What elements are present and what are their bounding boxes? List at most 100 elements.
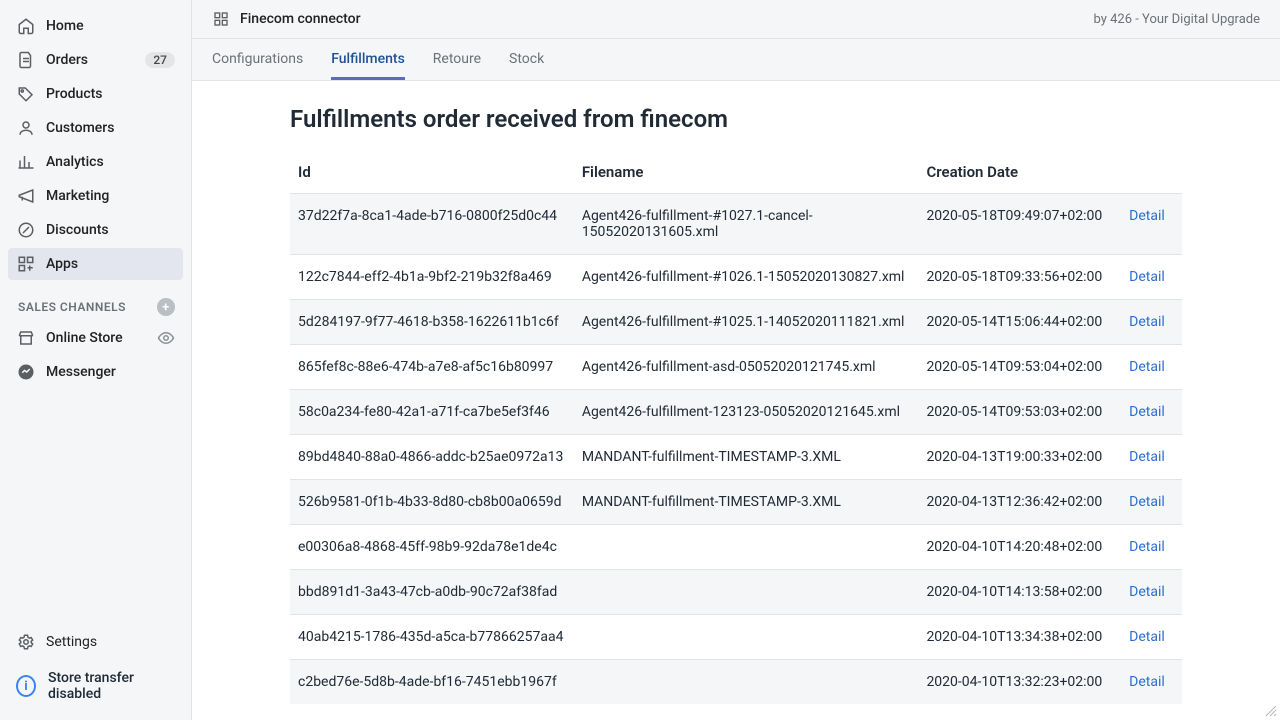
detail-link[interactable]: Detail xyxy=(1129,404,1165,420)
cell-date: 2020-04-10T14:20:48+02:00 xyxy=(918,525,1121,570)
detail-link[interactable]: Detail xyxy=(1129,208,1165,224)
gear-icon xyxy=(16,632,36,652)
detail-link[interactable]: Detail xyxy=(1129,674,1165,690)
orders-badge: 27 xyxy=(145,52,175,68)
cell-detail: Detail xyxy=(1121,435,1182,480)
store-transfer-status[interactable]: i Store transfer disabled xyxy=(8,660,183,712)
nav-label: Products xyxy=(46,86,175,102)
detail-link[interactable]: Detail xyxy=(1129,539,1165,555)
cell-date: 2020-05-18T09:49:07+02:00 xyxy=(918,194,1121,255)
table-row: 526b9581-0f1b-4b33-8d80-cb8b00a0659dMAND… xyxy=(290,480,1182,525)
cell-date: 2020-04-10T13:34:38+02:00 xyxy=(918,615,1121,660)
store-icon xyxy=(16,328,36,348)
marketing-icon xyxy=(16,186,36,206)
detail-link[interactable]: Detail xyxy=(1129,359,1165,375)
page-title: Fulfillments order received from finecom xyxy=(290,105,1260,133)
cell-id: 40ab4215-1786-435d-a5ca-b77866257aa4 xyxy=(290,615,574,660)
home-icon xyxy=(16,16,36,36)
col-date: Creation Date xyxy=(918,151,1121,194)
col-detail xyxy=(1121,151,1182,194)
nav-label: Home xyxy=(46,18,175,34)
cell-date: 2020-04-10T13:32:23+02:00 xyxy=(918,660,1121,705)
nav-marketing[interactable]: Marketing xyxy=(8,180,183,212)
nav-label: Online Store xyxy=(46,330,157,346)
cell-filename: MANDANT-fulfillment-TIMESTAMP-3.XML xyxy=(574,480,919,525)
cell-detail: Detail xyxy=(1121,194,1182,255)
app-title: Finecom connector xyxy=(240,11,361,27)
table-row: 58c0a234-fe80-42a1-a71f-ca7be5ef3f46Agen… xyxy=(290,390,1182,435)
tab-retoure[interactable]: Retoure xyxy=(433,39,481,80)
apps-icon xyxy=(16,254,36,274)
cell-id: c2bed76e-5d8b-4ade-bf16-7451ebb1967f xyxy=(290,660,574,705)
table-row: 122c7844-eff2-4b1a-9bf2-219b32f8a469Agen… xyxy=(290,255,1182,300)
table-row: 37d22f7a-8ca1-4ade-b716-0800f25d0c44Agen… xyxy=(290,194,1182,255)
nav-products[interactable]: Products xyxy=(8,78,183,110)
nav-messenger[interactable]: Messenger xyxy=(8,356,183,388)
settings-label: Settings xyxy=(46,634,175,650)
detail-link[interactable]: Detail xyxy=(1129,314,1165,330)
cell-filename: MANDANT-fulfillment-TIMESTAMP-3.XML xyxy=(574,435,919,480)
detail-link[interactable]: Detail xyxy=(1129,629,1165,645)
tabs: Configurations Fulfillments Retoure Stoc… xyxy=(192,39,1280,81)
messenger-icon xyxy=(16,362,36,382)
nav-label: Apps xyxy=(46,256,175,272)
cell-id: 89bd4840-88a0-4866-addc-b25ae0972a13 xyxy=(290,435,574,480)
detail-link[interactable]: Detail xyxy=(1129,584,1165,600)
cell-detail: Detail xyxy=(1121,255,1182,300)
table-row: bbd891d1-3a43-47cb-a0db-90c72af38fad2020… xyxy=(290,570,1182,615)
nav-home[interactable]: Home xyxy=(8,10,183,42)
tab-stock[interactable]: Stock xyxy=(509,39,544,80)
main: Finecom connector by 426 - Your Digital … xyxy=(192,0,1280,720)
cell-detail: Detail xyxy=(1121,300,1182,345)
nav-label: Discounts xyxy=(46,222,175,238)
cell-id: 58c0a234-fe80-42a1-a71f-ca7be5ef3f46 xyxy=(290,390,574,435)
detail-link[interactable]: Detail xyxy=(1129,494,1165,510)
nav-customers[interactable]: Customers xyxy=(8,112,183,144)
nav-discounts[interactable]: Discounts xyxy=(8,214,183,246)
cell-id: e00306a8-4868-45ff-98b9-92da78e1de4c xyxy=(290,525,574,570)
table-row: 40ab4215-1786-435d-a5ca-b77866257aa4 2020… xyxy=(290,615,1182,660)
cell-detail: Detail xyxy=(1121,660,1182,705)
table-row: c2bed76e-5d8b-4ade-bf16-7451ebb1967f 2020… xyxy=(290,660,1182,705)
cell-date: 2020-05-14T09:53:03+02:00 xyxy=(918,390,1121,435)
resize-grip-icon xyxy=(1264,704,1278,718)
nav-orders[interactable]: Orders 27 xyxy=(8,44,183,76)
section-label: SALES CHANNELS xyxy=(18,300,126,314)
nav-apps[interactable]: Apps xyxy=(8,248,183,280)
col-id: Id xyxy=(290,151,574,194)
cell-filename xyxy=(574,660,919,705)
cell-detail: Detail xyxy=(1121,480,1182,525)
info-icon: i xyxy=(16,675,36,697)
tab-configurations[interactable]: Configurations xyxy=(212,39,303,80)
detail-link[interactable]: Detail xyxy=(1129,269,1165,285)
cell-id: 5d284197-9f77-4618-b358-1622611b1c6f xyxy=(290,300,574,345)
eye-icon[interactable] xyxy=(157,329,175,347)
content: Fulfillments order received from finecom… xyxy=(192,81,1280,720)
cell-id: 37d22f7a-8ca1-4ade-b716-0800f25d0c44 xyxy=(290,194,574,255)
app-icon xyxy=(212,10,230,28)
add-channel-icon[interactable]: + xyxy=(157,298,175,316)
table-row: 865fef8c-88e6-474b-a7e8-af5c16b80997Agen… xyxy=(290,345,1182,390)
tab-fulfillments[interactable]: Fulfillments xyxy=(331,39,405,80)
discounts-icon xyxy=(16,220,36,240)
orders-icon xyxy=(16,50,36,70)
nav-online-store[interactable]: Online Store xyxy=(8,322,183,354)
cell-detail: Detail xyxy=(1121,390,1182,435)
detail-link[interactable]: Detail xyxy=(1129,449,1165,465)
topbar: Finecom connector by 426 - Your Digital … xyxy=(192,0,1280,39)
cell-filename: Agent426-fulfillment-#1026.1-15052020130… xyxy=(574,255,919,300)
col-filename: Filename xyxy=(574,151,919,194)
nav-settings[interactable]: Settings xyxy=(8,626,183,658)
cell-filename xyxy=(574,570,919,615)
analytics-icon xyxy=(16,152,36,172)
nav-analytics[interactable]: Analytics xyxy=(8,146,183,178)
cell-date: 2020-04-13T12:36:42+02:00 xyxy=(918,480,1121,525)
products-icon xyxy=(16,84,36,104)
app-byline: by 426 - Your Digital Upgrade xyxy=(1093,12,1260,27)
cell-date: 2020-05-14T15:06:44+02:00 xyxy=(918,300,1121,345)
fulfillments-table: Id Filename Creation Date 37d22f7a-8ca1-… xyxy=(290,151,1182,704)
cell-date: 2020-05-14T09:53:04+02:00 xyxy=(918,345,1121,390)
table-row: 5d284197-9f77-4618-b358-1622611b1c6fAgen… xyxy=(290,300,1182,345)
nav-label: Messenger xyxy=(46,364,175,380)
cell-filename: Agent426-fulfillment-#1027.1-cancel-1505… xyxy=(574,194,919,255)
